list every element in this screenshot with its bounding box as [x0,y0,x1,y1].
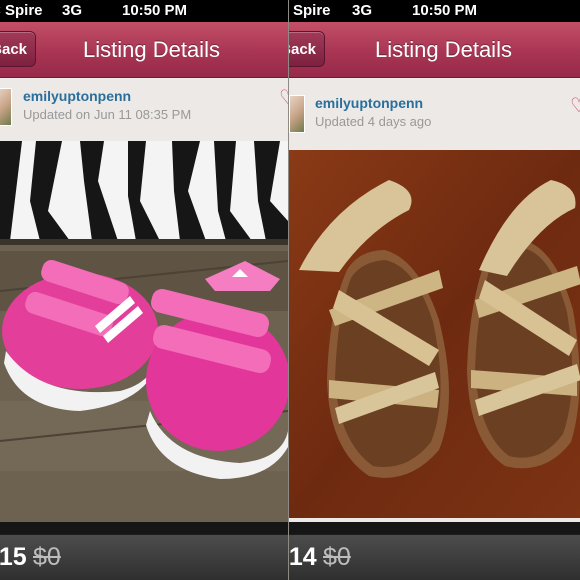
seller-username[interactable]: emilyuptonpenn [23,88,131,104]
nav-bar: Back Listing Details [0,22,288,78]
avatar[interactable] [0,88,12,126]
back-button-label: Back [289,41,316,58]
updated-timestamp: Updated on Jun 11 08:35 PM [23,107,192,122]
network-label: 3G [62,2,83,19]
clock: 10:50 PM [122,2,188,19]
price-original: $0 [33,543,61,571]
page-title: Listing Details [83,37,220,62]
heart-icon[interactable]: ♡ [279,85,288,110]
nav-bar: Back Listing Details [289,22,580,78]
clock: 10:50 PM [412,2,478,19]
updated-timestamp: Updated 4 days ago [315,114,432,129]
carrier-label: C Spire [0,2,43,19]
price-bar: $15 $0 [0,534,288,580]
price-current: $15 [0,543,27,571]
carrier-label: C Spire [289,2,331,19]
seller-row[interactable]: emilyuptonpenn Updated 4 days ago ♡ [289,79,580,141]
network-label: 3G [352,2,373,19]
listing-photo[interactable] [289,150,580,518]
seller-row[interactable]: emilyuptonpenn Updated on Jun 11 08:35 P… [0,79,288,141]
status-bar: C Spire 3G 10:50 PM [289,0,580,22]
seller-username[interactable]: emilyuptonpenn [315,95,423,111]
back-button[interactable]: Back [0,31,36,67]
page-title: Listing Details [375,37,512,62]
price-original: $0 [323,543,351,571]
listing-photo-image [289,150,580,518]
price-bar: $14 $0 [289,534,580,580]
photo-strip-divider [0,522,288,534]
listing-photo-image [0,141,288,527]
price-current: $14 [288,543,317,571]
listing-panel-left: C Spire 3G 10:50 PM Back Listing Details… [0,0,288,580]
photo-strip-divider [289,522,580,534]
back-button-label: Back [0,41,27,58]
heart-icon[interactable]: ♡ [570,93,580,118]
back-button[interactable]: Back [289,31,325,67]
listing-photo[interactable] [0,141,288,527]
avatar[interactable] [289,95,305,133]
listing-panel-right: C Spire 3G 10:50 PM Back Listing Details… [288,0,580,580]
status-bar: C Spire 3G 10:50 PM [0,0,288,22]
